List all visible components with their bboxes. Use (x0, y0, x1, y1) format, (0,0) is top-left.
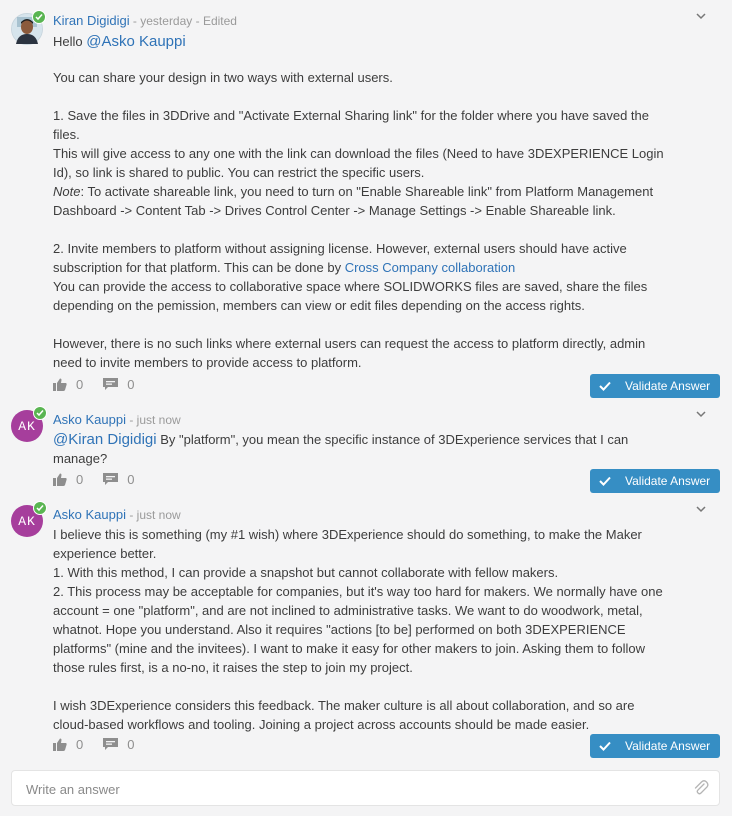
paragraph: 1. With this method, I can provide a sna… (53, 565, 559, 580)
paragraph: 2. Invite members to platform without as… (53, 241, 627, 275)
online-badge (33, 501, 47, 515)
reply-count: 0 (127, 736, 135, 752)
mention-link[interactable]: @Asko Kauppi (86, 33, 185, 50)
avatar-initials: AK (18, 513, 36, 529)
comment-actions: 0 0 (53, 376, 134, 392)
checkmark-icon (599, 476, 611, 486)
answer-input[interactable] (24, 771, 668, 807)
chevron-down-icon[interactable] (695, 10, 707, 22)
comment-timestamp: - yesterday - Edited (129, 14, 237, 28)
paragraph: You can share your design in two ways wi… (53, 70, 393, 85)
paragraph: I believe this is something (my #1 wish)… (53, 527, 642, 561)
reply-count: 0 (127, 376, 135, 392)
comment-meta: Asko Kauppi - just now (53, 412, 181, 427)
like-count: 0 (76, 736, 84, 752)
reply-button[interactable]: 0 (103, 472, 134, 487)
comment-meta: Asko Kauppi - just now (53, 507, 181, 522)
reply-button[interactable]: 0 (103, 377, 134, 392)
avatar[interactable]: AK (11, 501, 47, 537)
paragraph: I wish 3DExperience considers this feedb… (53, 698, 635, 732)
checkmark-icon (599, 741, 611, 751)
checkmark-icon (599, 381, 611, 391)
thumbs-up-icon (53, 473, 67, 486)
avatar[interactable]: AK (11, 406, 47, 442)
comment-actions: 0 0 (53, 471, 134, 487)
paragraph: However, there is no such links where ex… (53, 336, 646, 370)
note-paragraph: Note: To activate shareable link, you ne… (53, 184, 654, 218)
paragraph: This will give access to any one with th… (53, 146, 664, 180)
like-button[interactable]: 0 (53, 377, 83, 392)
speech-bubble-icon (103, 472, 119, 485)
comment-body: Hello @Asko Kauppi You can share your de… (53, 32, 673, 372)
paragraph: @Kiran Digidigi By "platform", you mean … (53, 431, 629, 466)
cross-company-link[interactable]: Cross Company collaboration (345, 260, 516, 275)
like-count: 0 (76, 471, 84, 487)
reply-button[interactable]: 0 (103, 737, 134, 752)
validate-answer-button[interactable]: Validate Answer (590, 734, 720, 758)
paragraph: You can provide the access to collaborat… (53, 279, 648, 313)
paragraph: 1. Save the files in 3DDrive and "Activa… (53, 108, 649, 142)
thumbs-up-icon (53, 378, 67, 391)
like-count: 0 (76, 376, 84, 392)
comment-meta: Kiran Digidigi - yesterday - Edited (53, 13, 237, 28)
author-name[interactable]: Asko Kauppi (53, 412, 126, 427)
paragraph: 2. This process may be acceptable for co… (53, 584, 663, 675)
speech-bubble-icon (103, 737, 119, 750)
comment-timestamp: - just now (126, 508, 181, 522)
greeting-line: Hello @Asko Kauppi (53, 33, 186, 50)
like-button[interactable]: 0 (53, 737, 83, 752)
like-button[interactable]: 0 (53, 472, 83, 487)
validate-answer-button[interactable]: Validate Answer (590, 374, 720, 398)
reply-count: 0 (127, 471, 135, 487)
thumbs-up-icon (53, 738, 67, 751)
online-badge (33, 406, 47, 420)
chevron-down-icon[interactable] (695, 408, 707, 420)
validate-answer-button[interactable]: Validate Answer (590, 469, 720, 493)
checkmark-icon (35, 14, 43, 21)
avatar-initials: AK (18, 418, 36, 434)
validate-answer-label: Validate Answer (625, 379, 711, 393)
comment-body: @Kiran Digidigi By "platform", you mean … (53, 430, 673, 468)
online-badge (32, 10, 46, 24)
validate-answer-label: Validate Answer (625, 739, 711, 753)
paperclip-icon[interactable] (693, 780, 709, 796)
validate-answer-label: Validate Answer (625, 474, 711, 488)
comment-body: I believe this is something (my #1 wish)… (53, 525, 673, 734)
comment-actions: 0 0 (53, 736, 134, 752)
checkmark-icon (36, 505, 44, 512)
comment-timestamp: - just now (126, 413, 181, 427)
chevron-down-icon[interactable] (695, 503, 707, 515)
checkmark-icon (36, 410, 44, 417)
answer-composer (11, 770, 720, 807)
mention-link[interactable]: @Kiran Digidigi (53, 431, 157, 448)
avatar[interactable] (11, 10, 46, 45)
author-name[interactable]: Asko Kauppi (53, 507, 126, 522)
speech-bubble-icon (103, 377, 119, 390)
author-name[interactable]: Kiran Digidigi (53, 13, 130, 28)
